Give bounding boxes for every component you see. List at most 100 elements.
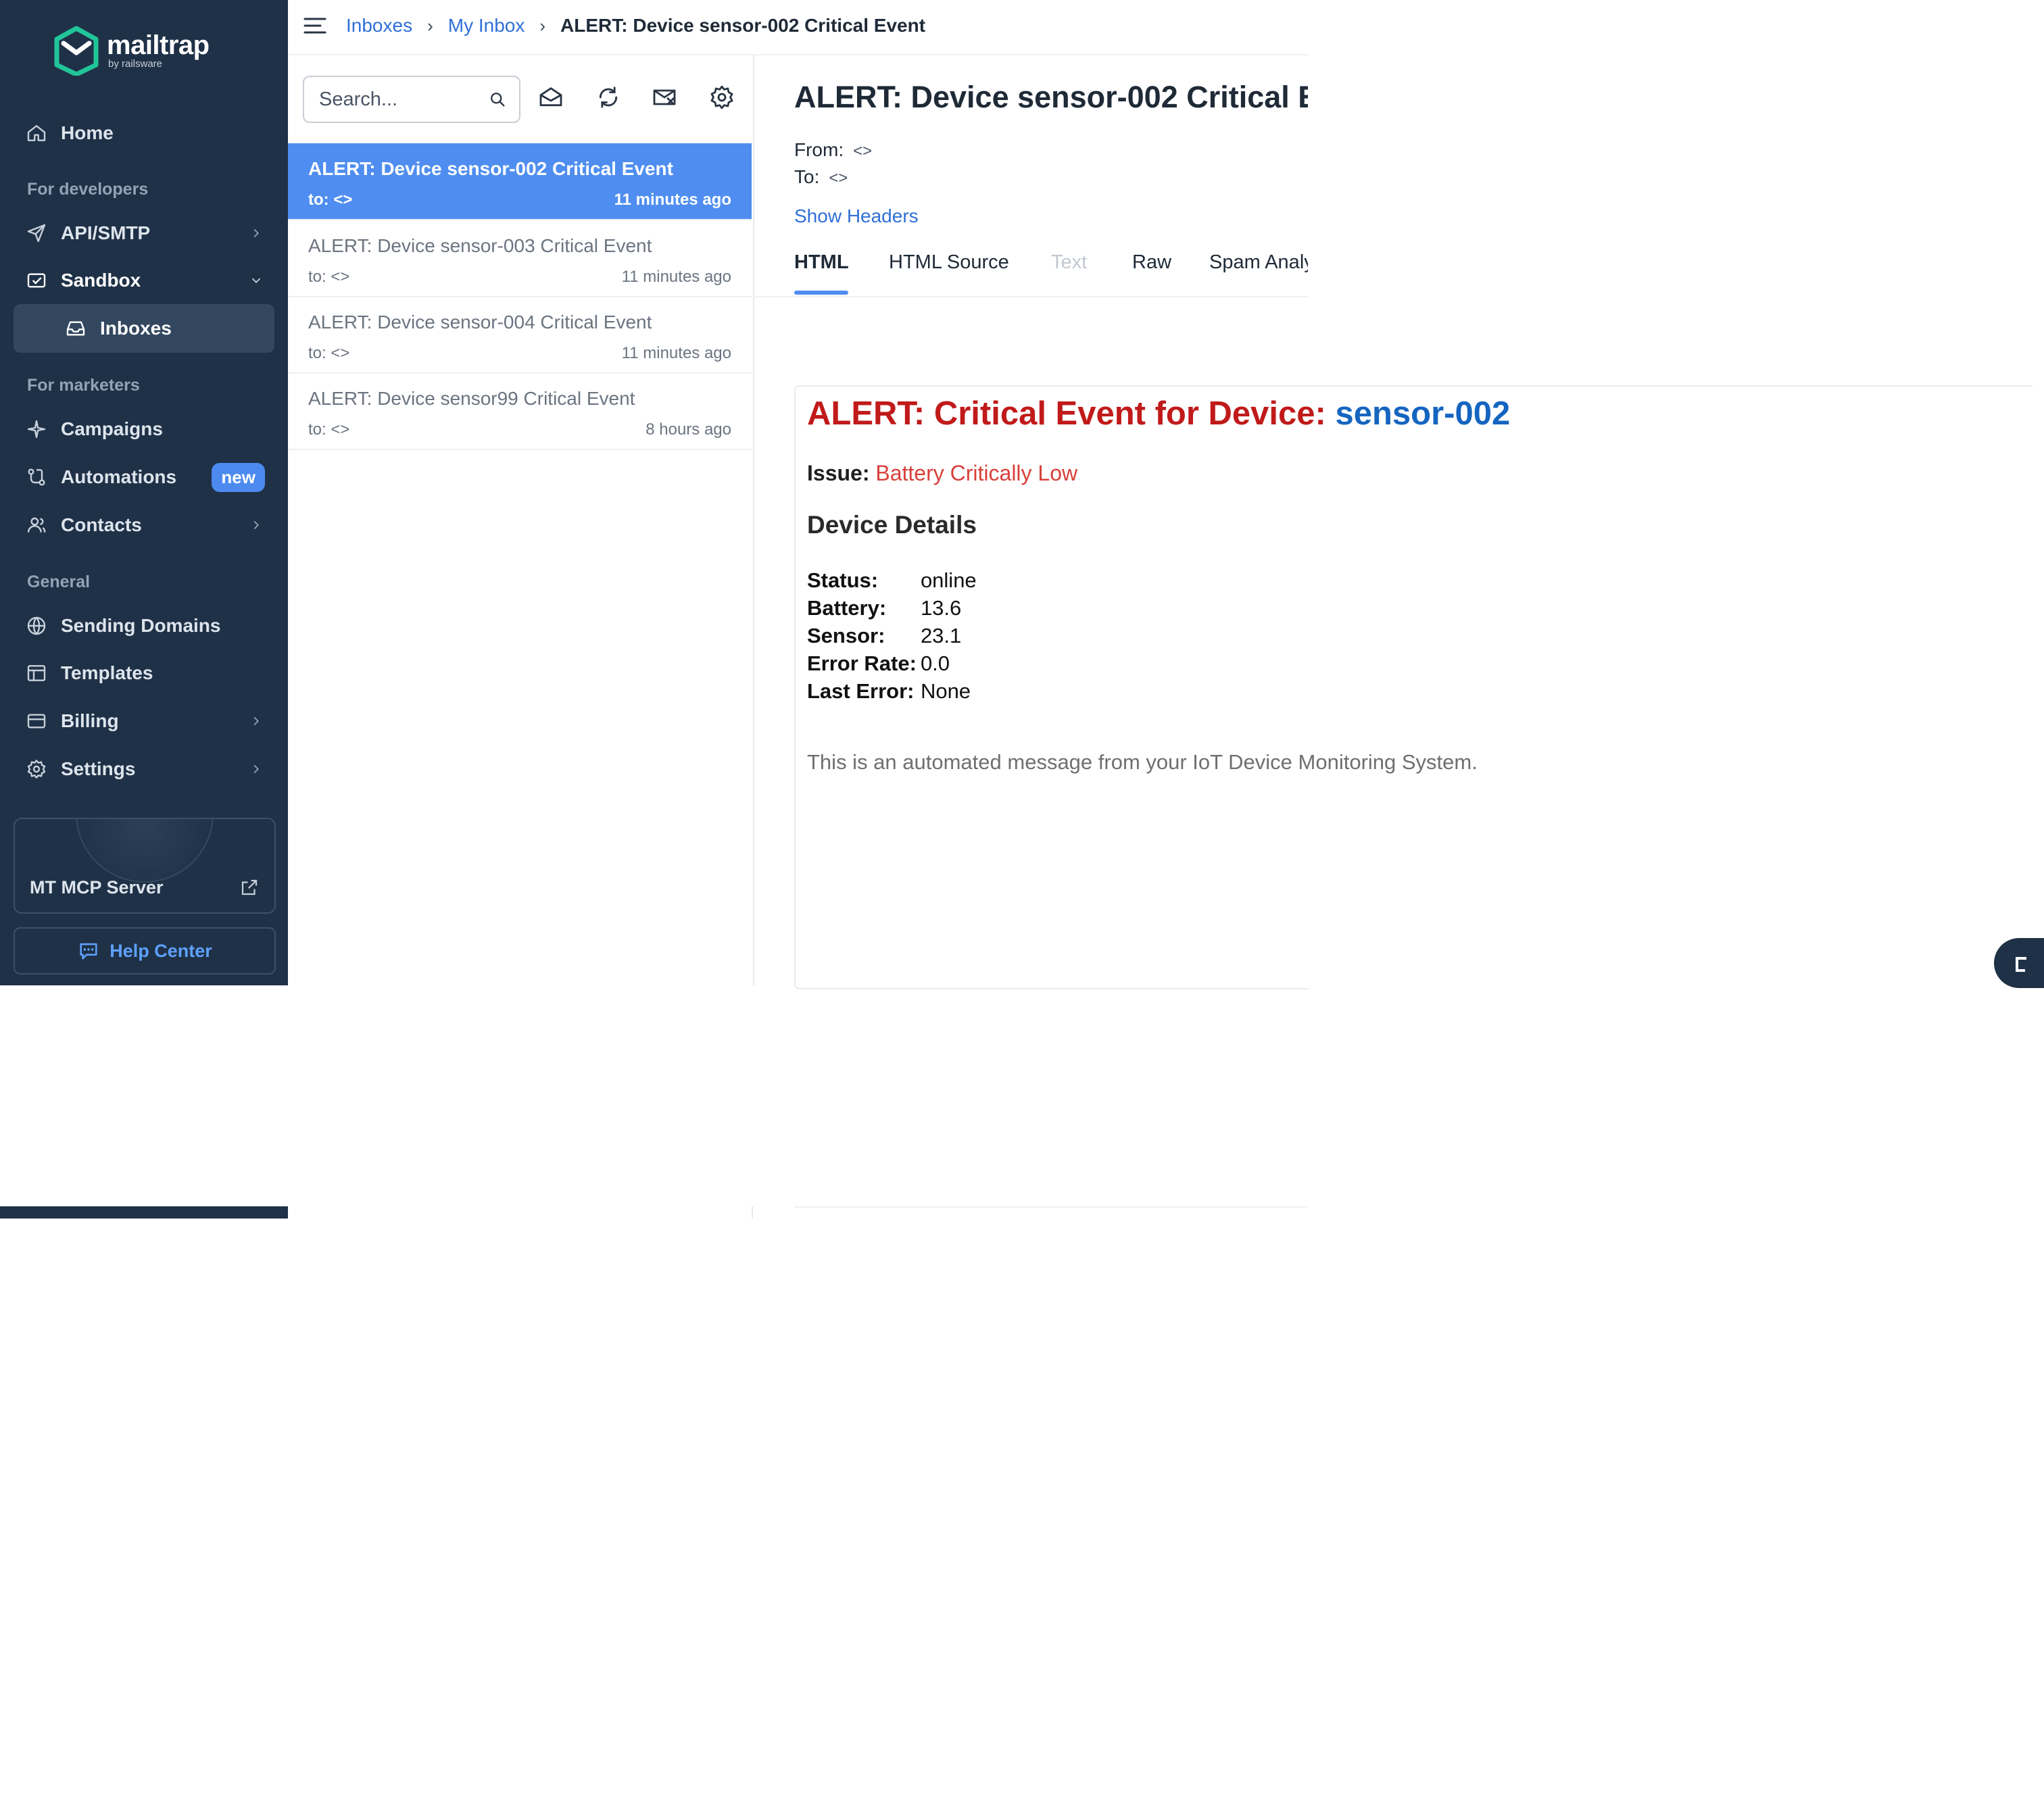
section-for-developers: For developers [27,180,149,199]
sidebar-item-label: Billing [61,710,119,731]
external-link-icon [241,879,258,895]
contacts-icon [24,513,49,537]
sparkle-icon [24,417,49,441]
message-from: From: <> [794,139,872,161]
device-details-heading: Device Details [807,511,977,539]
section-for-marketers: For marketers [27,376,140,395]
home-icon [24,121,49,145]
issue-value: Battery Critically Low [875,461,1078,485]
mark-read-icon[interactable] [537,84,564,111]
mailtrap-logo-icon [54,26,99,76]
tab-html[interactable]: HTML [794,251,849,274]
sidebar-item-label: Settings [61,758,136,779]
tab-raw[interactable]: Raw [1132,251,1171,274]
sidebar-item-label: Home [61,122,114,143]
search-input[interactable] [318,87,488,112]
detail-row: Status: online [807,568,981,595]
send-icon [24,221,49,245]
breadcrumb-inboxes[interactable]: Inboxes [346,15,412,36]
gear-icon [24,757,49,781]
sidebar-item-inboxes[interactable]: Inboxes [53,305,274,352]
mail-list-item[interactable]: ALERT: Device sensor-002 Critical Event … [288,143,752,220]
device-details-table: Status: online Battery: 13.6 Sensor: 23.1 E… [807,568,981,706]
tab-html-source[interactable]: HTML Source [889,251,1009,274]
chevron-down-icon [251,278,261,284]
preview-issue: Issue: Battery Critically Low [807,461,1077,486]
show-headers-link[interactable]: Show Headers [794,205,919,227]
mail-subject: ALERT: Device sensor99 Critical Event [308,388,635,409]
mail-time: 11 minutes ago [621,344,731,362]
sidebar-item-label: Templates [61,662,153,683]
sidebar-item-automations[interactable]: Automations new [14,453,274,501]
sidebar-item-sandbox[interactable]: Sandbox [14,257,274,304]
detail-row: Last Error: None [807,679,981,706]
mail-subject: ALERT: Device sensor-003 Critical Event [308,235,652,256]
mcp-server-card[interactable]: MT MCP Server [14,818,276,914]
breadcrumb-separator: › [539,15,546,36]
mcp-server-label: MT MCP Server [30,877,164,897]
detail-value: 0.0 [920,651,950,675]
message-tabs: HTML HTML Source Text Raw Spam Analysis [794,251,1308,296]
mail-recipient: to: <> [308,268,350,286]
sidebar-item-templates[interactable]: Templates [14,649,274,697]
refresh-icon[interactable] [595,84,622,111]
detail-value: 23.1 [920,624,962,647]
sidebar-item-sending-domains[interactable]: Sending Domains [14,602,274,649]
mail-time: 11 minutes ago [614,191,731,209]
detail-row: Battery: 13.6 [807,595,981,623]
tab-spam-analysis[interactable]: Spam Analysis [1209,251,1308,274]
preview-heading: ALERT: Critical Event for Device: sensor… [807,395,1510,433]
active-tab-indicator [794,291,848,295]
search-box[interactable] [303,76,520,123]
detail-row: Sensor: 23.1 [807,623,981,651]
automation-icon [24,465,49,489]
mail-recipient: to: <> [308,420,350,439]
sidebar-item-api-smtp[interactable]: API/SMTP [14,210,274,257]
mail-list-item[interactable]: ALERT: Device sensor99 Critical Event to… [288,373,752,450]
mail-list-panel-border [752,1206,753,1219]
chevron-right-icon [253,764,260,774]
inbox-icon [64,316,88,341]
mail-recipient: to: <> [308,344,350,362]
to-value: <> [829,169,848,187]
sidebar-item-label: Campaigns [61,418,163,439]
preview-heading-prefix: ALERT: Critical Event for Device: [807,395,1326,432]
sidebar-item-campaigns[interactable]: Campaigns [14,405,274,453]
menu-toggle-icon[interactable] [303,16,327,36]
sandbox-icon [24,268,49,293]
from-value: <> [853,142,873,160]
brand-sub: by railsware [108,58,163,70]
mail-list-item[interactable]: ALERT: Device sensor-004 Critical Event … [288,297,752,374]
sidebar-item-home[interactable]: Home [14,109,274,157]
new-badge: new [212,462,265,492]
breadcrumb: Inboxes › My Inbox › ALERT: Device senso… [303,15,925,36]
breadcrumb-current: ALERT: Device sensor-002 Critical Event [560,15,926,36]
section-general: General [27,572,91,591]
message-title: ALERT: Device sensor-002 Critical Event [794,80,1308,114]
chat-widget-button[interactable] [1994,938,2044,988]
message-to: To: <> [794,166,848,188]
sidebar-item-label: Sending Domains [61,615,221,636]
detail-key: Error Rate: [807,651,917,675]
sidebar-item-settings[interactable]: Settings [14,745,274,793]
inbox-settings-icon[interactable] [708,84,735,111]
chat-icon [80,943,97,960]
clear-inbox-icon[interactable] [651,84,678,111]
tabs-divider [753,296,1309,297]
chat-widget-icon [2016,957,2026,972]
sidebar-bottom-strip [0,1206,288,1219]
search-icon[interactable] [488,90,507,109]
detail-value: 13.6 [920,596,962,620]
mail-list-item[interactable]: ALERT: Device sensor-003 Critical Event … [288,220,752,297]
detail-key: Sensor: [807,624,885,647]
detail-row: Error Rate: 0.0 [807,651,981,679]
mailtrap-logo[interactable]: mailtrap by railsware [54,26,210,76]
breadcrumb-separator: › [427,15,433,36]
template-icon [24,661,49,685]
detail-key: Last Error: [807,679,915,703]
sidebar-item-billing[interactable]: Billing [14,697,274,745]
sidebar-item-label: Contacts [61,514,142,535]
help-center-button[interactable]: Help Center [14,927,276,975]
sidebar-item-contacts[interactable]: Contacts [14,501,274,549]
breadcrumb-my-inbox[interactable]: My Inbox [448,15,525,36]
